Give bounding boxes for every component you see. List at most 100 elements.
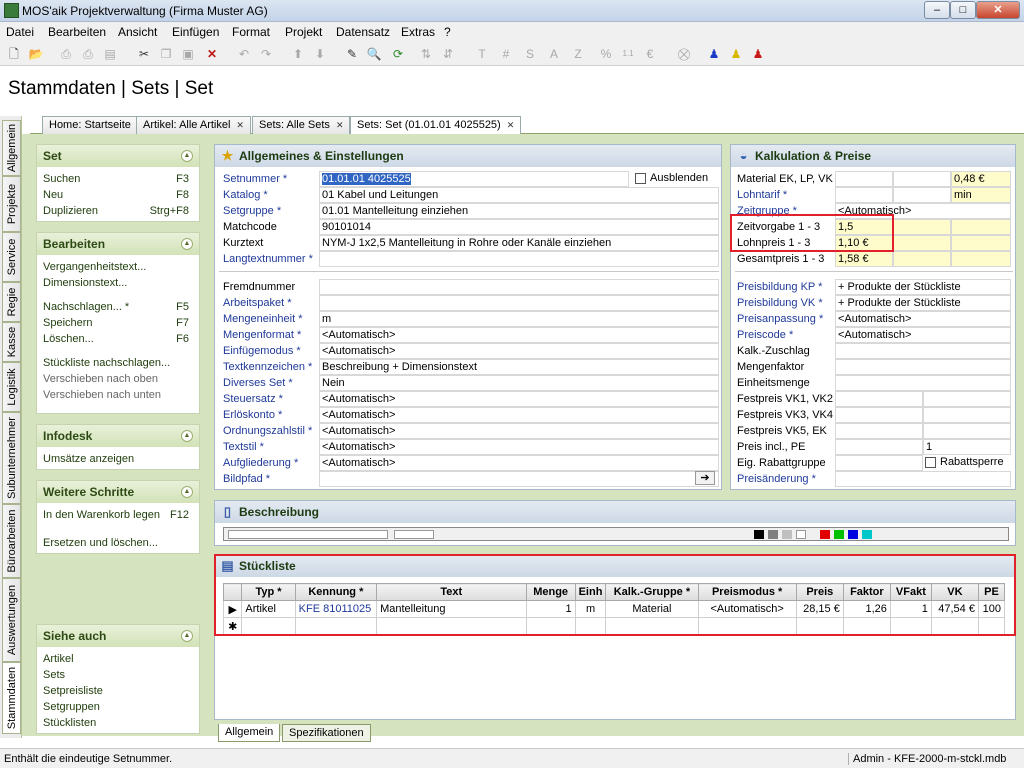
field-label[interactable]: Steuersatz * (223, 393, 283, 405)
field-value-textkennzeichen[interactable]: Beschreibung + Dimensionstext (319, 359, 719, 375)
side-item-vergangenheitstext[interactable]: Vergangenheitstext... (37, 259, 199, 275)
color-swatch-green[interactable] (834, 530, 844, 539)
side-link-sets[interactable]: Sets (37, 667, 199, 683)
field-value-preisbildung-vk[interactable]: + Produkte der Stückliste (835, 295, 1011, 311)
side-panel-header[interactable]: Siehe auch ▲ (37, 625, 199, 647)
field-value-mengenformat[interactable]: <Automatisch> (319, 327, 719, 343)
field-value-cell[interactable] (893, 187, 951, 203)
field-value-cell[interactable] (835, 439, 923, 455)
s-icon[interactable]: S (522, 46, 538, 62)
color-swatch-red[interactable] (820, 530, 830, 539)
field-value-erlöskonto[interactable]: <Automatisch> (319, 407, 719, 423)
field-label[interactable]: Aufgliederung * (223, 457, 298, 469)
field-value-preis-incl-pe[interactable]: 1 (923, 439, 1011, 455)
side-item-loeschen[interactable]: Löschen... F6 (37, 331, 199, 347)
side-item-dimensionstext[interactable]: Dimensionstext... (37, 275, 199, 291)
text-icon[interactable]: T (474, 46, 490, 62)
side-panel-header[interactable]: Infodesk ▲ (37, 425, 199, 447)
field-label[interactable]: Katalog * (223, 189, 268, 201)
close-tab-icon[interactable]: ✕ (336, 120, 344, 130)
doc-tab-set-detail[interactable]: Sets: Set (01.01.01 4025525) ✕ (350, 116, 522, 135)
field-value-cell[interactable] (951, 251, 1011, 267)
field-value-preisbildung-kp[interactable]: + Produkte der Stückliste (835, 279, 1011, 295)
side-item-stueckliste-nachschlagen[interactable]: Stückliste nachschlagen... (37, 355, 199, 371)
field-value-textstil[interactable]: <Automatisch> (319, 439, 719, 455)
cut-icon[interactable]: ✂ (136, 46, 152, 62)
doc-tab-sets[interactable]: Sets: Alle Sets ✕ (252, 116, 351, 134)
user-red-icon[interactable]: ♟ (750, 46, 766, 62)
field-value-arbeitspaket[interactable] (319, 295, 719, 311)
menu-extras[interactable]: Extras (401, 25, 435, 39)
hide-icon[interactable]: ⛒ (676, 46, 692, 62)
checkbox-icon[interactable] (635, 172, 646, 184)
field-value-kurztext[interactable]: NYM-J 1x2,5 Mantelleitung in Rohre oder … (319, 235, 719, 251)
currency-icon[interactable]: € (642, 46, 658, 62)
side-item-duplizieren[interactable]: Duplizieren Strg+F8 (37, 203, 199, 219)
color-swatch-cyan[interactable] (862, 530, 872, 539)
side-panel-header[interactable]: Set ▲ (37, 145, 199, 167)
menu-ansicht[interactable]: Ansicht (118, 25, 157, 39)
field-value-katalog[interactable]: 01 Kabel und Leitungen (319, 187, 719, 203)
refresh-icon[interactable]: ⟳ (390, 46, 406, 62)
nav-tab-projekte[interactable]: Projekte (2, 176, 21, 232)
doc-tab-artikel[interactable]: Artikel: Alle Artikel ✕ (136, 116, 251, 134)
field-value-cell[interactable] (835, 423, 923, 439)
color-swatch-black[interactable] (754, 530, 764, 539)
side-item-ersetzen[interactable]: Ersetzen und löschen... (37, 535, 199, 551)
print-preview-icon[interactable]: ⎙ (80, 46, 96, 62)
nav-tab-logistik[interactable]: Logistik (2, 362, 21, 412)
field-label[interactable]: Preisanpassung * (737, 313, 823, 325)
color-swatch-silver[interactable] (782, 530, 792, 539)
side-item-suchen[interactable]: Suchen F3 (37, 171, 199, 187)
collapse-icon[interactable]: ▲ (181, 430, 193, 442)
field-value-material-ek-lp-vk[interactable]: 0,48 € (951, 171, 1011, 187)
field-value-matchcode[interactable]: 90101014 (319, 219, 719, 235)
move-up-icon[interactable]: ⬆ (290, 46, 306, 62)
side-item-verschieben-oben[interactable]: Verschieben nach oben (37, 371, 199, 387)
field-label[interactable]: Arbeitspaket * (223, 297, 291, 309)
menu-bearbeiten[interactable]: Bearbeiten (48, 25, 106, 39)
menu-datei[interactable]: Datei (6, 25, 34, 39)
field-value-bildpfad[interactable] (319, 471, 719, 487)
user-blue-icon[interactable]: ♟ (706, 46, 722, 62)
field-value-cell[interactable] (835, 407, 923, 423)
field-value-diverses-set[interactable]: Nein (319, 375, 719, 391)
field-value-cell[interactable] (951, 219, 1011, 235)
copy-icon[interactable]: ❐ (158, 46, 174, 62)
field-label[interactable]: Lohntarif * (737, 189, 787, 201)
z-icon[interactable]: Z (570, 46, 586, 62)
delete-icon[interactable]: ✕ (204, 46, 220, 62)
field-label[interactable]: Preisänderung * (737, 473, 816, 485)
browse-arrow-icon[interactable]: ➔ (695, 471, 715, 485)
field-label[interactable]: Mengenformat * (223, 329, 301, 341)
side-item-verschieben-unten[interactable]: Verschieben nach unten (37, 387, 199, 403)
field-label[interactable]: Preisbildung KP * (737, 281, 822, 293)
field-value-cell[interactable] (893, 235, 951, 251)
field-value-cell[interactable] (835, 187, 893, 203)
size-select[interactable] (394, 530, 434, 539)
collapse-icon[interactable]: ▲ (181, 150, 193, 162)
percent-icon[interactable]: % (598, 46, 614, 62)
field-label[interactable]: Einfügemodus * (223, 345, 301, 357)
field-value-festpreis-vk1-vk2[interactable] (923, 391, 1011, 407)
paste-icon[interactable]: ▣ (180, 46, 196, 62)
nav-tab-auswertungen[interactable]: Auswertungen (2, 578, 21, 662)
color-swatch-blue[interactable] (848, 530, 858, 539)
field-value-preiscode[interactable]: <Automatisch> (835, 327, 1011, 343)
nav-tab-bueroarbeiten[interactable]: Büroarbeiten (2, 504, 21, 578)
field-value-preisanpassung[interactable]: <Automatisch> (835, 311, 1011, 327)
field-label[interactable]: Textstil * (223, 441, 264, 453)
undo-icon[interactable]: ↶ (236, 46, 252, 62)
field-label[interactable]: Textkennzeichen * (223, 361, 312, 373)
nav-tab-regie[interactable]: Regie (2, 282, 21, 322)
field-label[interactable]: Setgruppe * (223, 205, 281, 217)
lookup-icon[interactable]: 🔍 (366, 46, 382, 62)
menu-einfuegen[interactable]: Einfügen (172, 25, 219, 39)
field-value-setgruppe[interactable]: 01.01 Mantelleitung einziehen (319, 203, 719, 219)
collapse-icon[interactable]: ▲ (181, 630, 193, 642)
field-label[interactable]: Erlöskonto * (223, 409, 282, 421)
nav-tab-subunternehmer[interactable]: Subunternehmer (2, 412, 21, 504)
close-tab-icon[interactable]: ✕ (507, 120, 515, 130)
field-label[interactable]: Setnummer * (223, 173, 287, 185)
field-value-ordnungszahlstil[interactable]: <Automatisch> (319, 423, 719, 439)
